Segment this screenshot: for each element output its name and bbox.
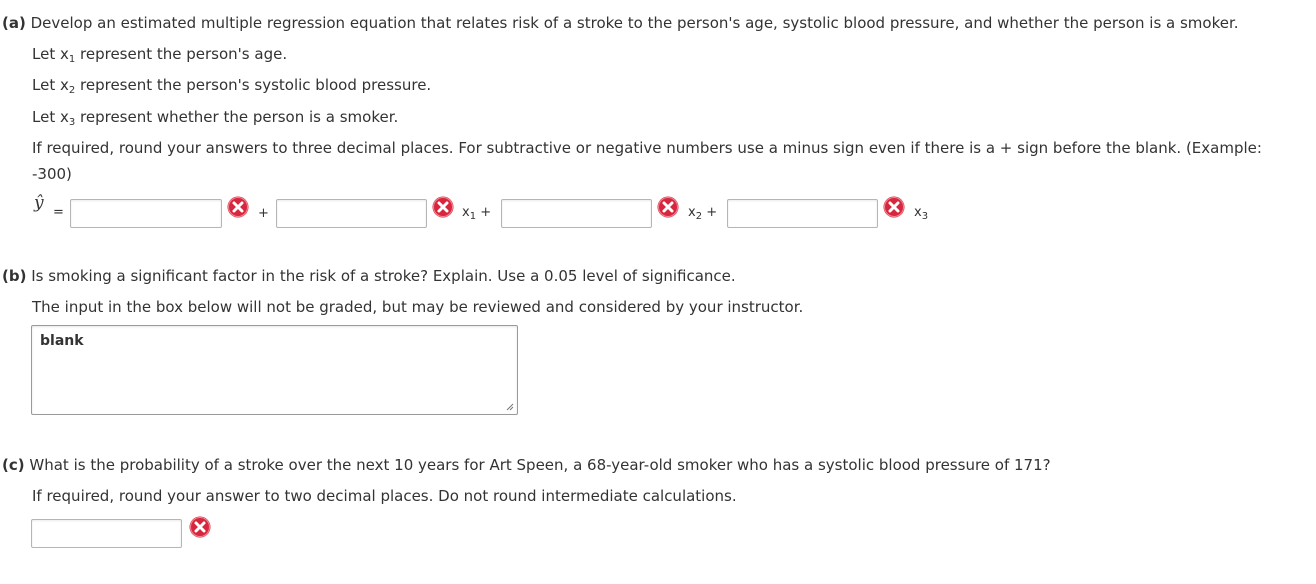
equals-sign: =: [53, 205, 64, 220]
x1-definition: Let x1 represent the person's age.: [32, 45, 287, 66]
part-a-label: (a): [2, 14, 26, 32]
explanation-textarea[interactable]: blank: [31, 325, 518, 415]
rounding-instructions-line2: -300): [32, 165, 72, 183]
part-a-question: (a) Develop an estimated multiple regres…: [2, 14, 1239, 32]
coefficient-b3-input[interactable]: [727, 199, 878, 228]
x2-symbol: x2: [59, 76, 76, 96]
x2-description: represent the person's systolic blood pr…: [80, 76, 432, 94]
probability-answer-input[interactable]: [31, 519, 182, 548]
x1-description: represent the person's age.: [80, 45, 288, 63]
x1-term: x1 +: [462, 205, 492, 222]
part-b-note: The input in the box below will not be g…: [32, 298, 804, 316]
plus-sign: +: [258, 206, 269, 221]
rounding-instructions-line1: If required, round your answers to three…: [32, 139, 1262, 157]
explanation-text: blank: [40, 333, 84, 349]
incorrect-x-icon: [432, 196, 454, 218]
x2-definition: Let x2 represent the person's systolic b…: [32, 76, 431, 97]
part-c-label: (c): [2, 456, 25, 474]
incorrect-x-icon: [189, 516, 211, 538]
x1-symbol: x1: [59, 45, 76, 65]
x3-description: represent whether the person is a smoker…: [80, 108, 399, 126]
part-b-question-text: Is smoking a significant factor in the r…: [31, 267, 736, 285]
x2-term: x2 +: [688, 205, 718, 222]
x3-term: x3: [914, 205, 929, 222]
incorrect-x-icon: [883, 196, 905, 218]
resize-grip-icon[interactable]: [504, 401, 514, 411]
coefficient-b1-input[interactable]: [276, 199, 427, 228]
x3-definition: Let x3 represent whether the person is a…: [32, 108, 398, 129]
part-c-question: (c) What is the probability of a stroke …: [2, 456, 1051, 474]
let-word: Let: [32, 108, 56, 126]
let-word: Let: [32, 76, 56, 94]
part-a-question-text: Develop an estimated multiple regression…: [30, 14, 1239, 32]
coefficient-b2-input[interactable]: [501, 199, 652, 228]
incorrect-x-icon: [657, 196, 679, 218]
intercept-b0-input[interactable]: [70, 199, 222, 228]
incorrect-x-icon: [227, 196, 249, 218]
let-word: Let: [32, 45, 56, 63]
part-c-instructions: If required, round your answer to two de…: [32, 487, 737, 505]
part-c-question-text: What is the probability of a stroke over…: [29, 456, 1051, 474]
x3-symbol: x3: [59, 108, 76, 128]
y-hat-symbol: ŷ: [34, 193, 44, 213]
part-b-question: (b) Is smoking a significant factor in t…: [2, 267, 736, 285]
part-b-label: (b): [2, 267, 27, 285]
